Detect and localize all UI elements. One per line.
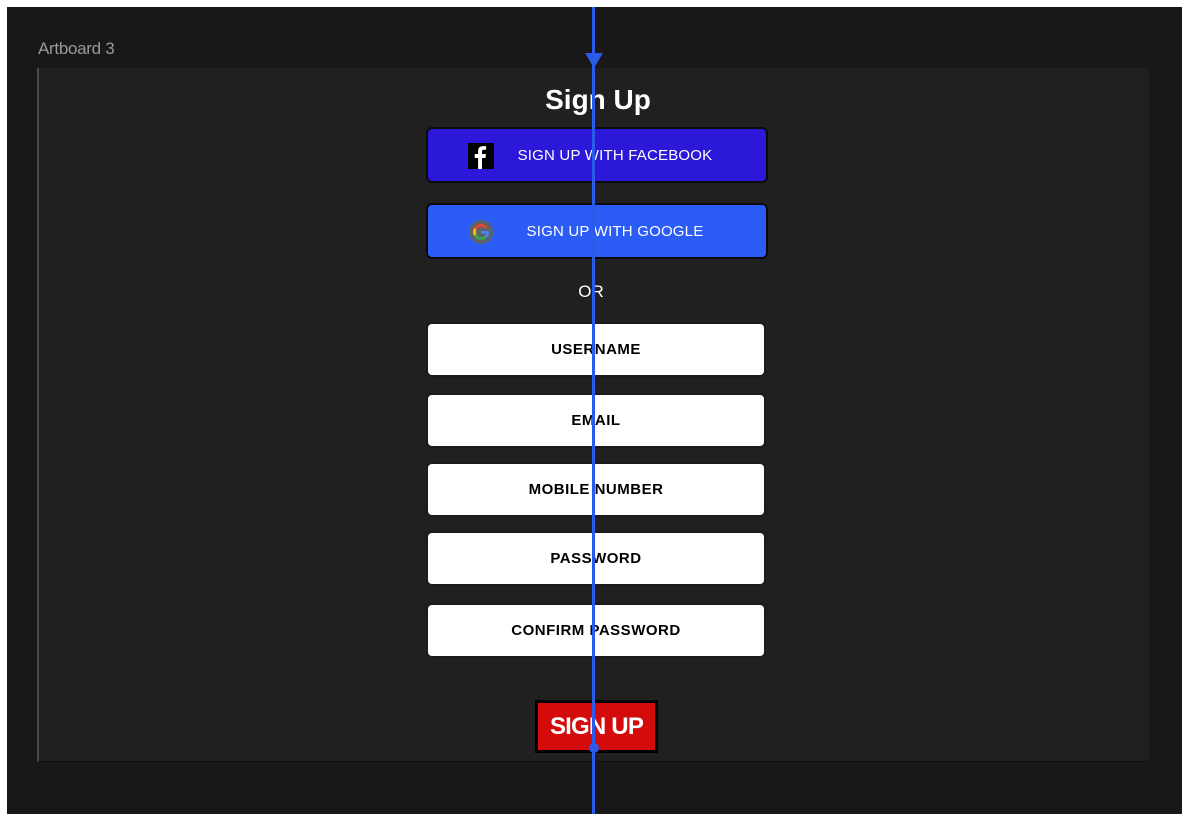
guide-arrow-icon <box>585 53 603 68</box>
facebook-signup-button[interactable]: SIGN UP WITH FACEBOOK <box>426 127 768 183</box>
username-field[interactable]: USERNAME <box>426 322 766 377</box>
email-field[interactable]: EMAIL <box>426 393 766 448</box>
mobile-number-field[interactable]: MOBILE NUMBER <box>426 462 766 517</box>
vertical-guide-line[interactable] <box>592 7 595 814</box>
or-separator: OR <box>578 282 604 301</box>
page-title: Sign Up <box>545 84 651 115</box>
facebook-signup-label: SIGN UP WITH FACEBOOK <box>517 146 713 164</box>
password-field[interactable]: PASSWORD <box>426 531 766 586</box>
confirm-password-field[interactable]: CONFIRM PASSWORD <box>426 603 766 658</box>
artboard-label[interactable]: Artboard 3 <box>38 39 115 59</box>
guide-handle[interactable] <box>589 743 599 753</box>
google-signup-label: SIGN UP WITH GOOGLE <box>526 222 704 240</box>
google-signup-button[interactable]: SIGN UP WITH GOOGLE <box>426 203 768 259</box>
